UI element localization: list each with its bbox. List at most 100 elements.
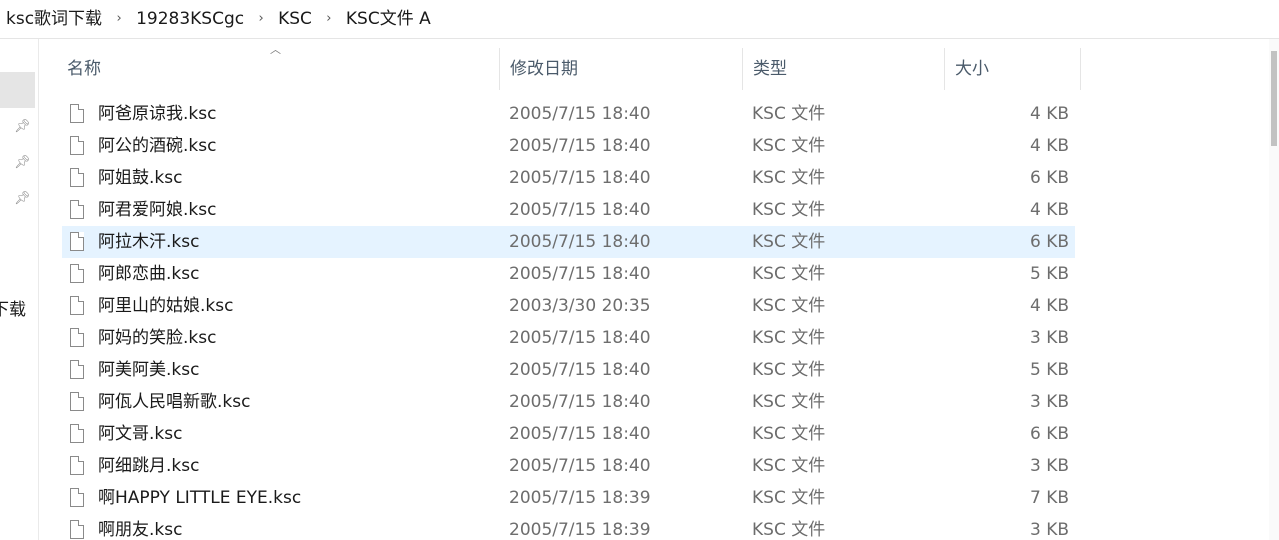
file-list: 阿爸原谅我.ksc 2005/7/15 18:40 KSC 文件 4 KB 阿公的酒碗.… <box>62 98 1075 540</box>
file-row[interactable]: 阿文哥.ksc 2005/7/15 18:40 KSC 文件 6 KB <box>62 418 1075 450</box>
file-row[interactable]: 阿公的酒碗.ksc 2005/7/15 18:40 KSC 文件 4 KB <box>62 130 1075 162</box>
file-size: 6 KB <box>1029 232 1069 252</box>
document-icon <box>70 232 84 251</box>
file-date: 2003/3/30 20:35 <box>509 296 651 316</box>
file-size: 4 KB <box>1029 136 1069 156</box>
column-header-size[interactable]: 大小 <box>945 48 1081 90</box>
file-size: 3 KB <box>1029 328 1069 348</box>
file-type: KSC 文件 <box>752 136 826 156</box>
file-date: 2005/7/15 18:40 <box>509 104 651 124</box>
chevron-right-icon[interactable]: › <box>316 0 342 38</box>
file-size: 4 KB <box>1029 200 1069 220</box>
nav-item-label[interactable]: 下载 <box>0 295 26 320</box>
file-size: 6 KB <box>1029 168 1069 188</box>
file-type: KSC 文件 <box>752 360 826 380</box>
file-size: 5 KB <box>1029 360 1069 380</box>
vertical-scrollbar[interactable] <box>1269 39 1279 540</box>
file-type: KSC 文件 <box>752 456 826 476</box>
file-name: 阿佤人民唱新歌.ksc <box>98 392 251 412</box>
column-header-row: ︿ 名称 修改日期 类型 大小 <box>39 43 1081 90</box>
file-name: 阿文哥.ksc <box>98 424 183 444</box>
file-row[interactable]: 阿爸原谅我.ksc 2005/7/15 18:40 KSC 文件 4 KB <box>62 98 1075 130</box>
document-icon <box>70 136 84 155</box>
file-row[interactable]: 阿君爱阿娘.ksc 2005/7/15 18:40 KSC 文件 4 KB <box>62 194 1075 226</box>
file-type: KSC 文件 <box>752 520 826 540</box>
file-name: 阿妈的笑脸.ksc <box>98 328 217 348</box>
file-name: 啊朋友.ksc <box>98 520 183 540</box>
breadcrumb-item-current[interactable]: KSC文件 A <box>342 0 435 38</box>
file-name: 阿公的酒碗.ksc <box>98 136 217 156</box>
file-date: 2005/7/15 18:40 <box>509 232 651 252</box>
document-icon <box>70 296 84 315</box>
file-name: 阿拉木汗.ksc <box>98 232 200 252</box>
file-name: 阿郎恋曲.ksc <box>98 264 200 284</box>
file-row[interactable]: 阿妈的笑脸.ksc 2005/7/15 18:40 KSC 文件 3 KB <box>62 322 1075 354</box>
file-type: KSC 文件 <box>752 296 826 316</box>
file-date: 2005/7/15 18:40 <box>509 264 651 284</box>
file-date: 2005/7/15 18:40 <box>509 392 651 412</box>
file-type: KSC 文件 <box>752 232 826 252</box>
file-date: 2005/7/15 18:40 <box>509 456 651 476</box>
file-name: 阿爸原谅我.ksc <box>98 104 217 124</box>
document-icon <box>70 424 84 443</box>
column-header-name[interactable]: 名称 <box>57 48 500 90</box>
file-row[interactable]: 阿细跳月.ksc 2005/7/15 18:40 KSC 文件 3 KB <box>62 450 1075 482</box>
file-date: 2005/7/15 18:40 <box>509 328 651 348</box>
file-name: 阿姐鼓.ksc <box>98 168 183 188</box>
file-type: KSC 文件 <box>752 424 826 444</box>
pin-icon: 📌︎ <box>14 119 31 134</box>
document-icon <box>70 104 84 123</box>
file-date: 2005/7/15 18:40 <box>509 168 651 188</box>
file-size: 7 KB <box>1029 488 1069 508</box>
file-date: 2005/7/15 18:39 <box>509 488 651 508</box>
document-icon <box>70 200 84 219</box>
file-row[interactable]: 阿姐鼓.ksc 2005/7/15 18:40 KSC 文件 6 KB <box>62 162 1075 194</box>
file-type: KSC 文件 <box>752 104 826 124</box>
file-size: 3 KB <box>1029 520 1069 540</box>
file-size: 3 KB <box>1029 392 1069 412</box>
file-row[interactable]: 阿里山的姑娘.ksc 2003/3/30 20:35 KSC 文件 4 KB <box>62 290 1075 322</box>
file-type: KSC 文件 <box>752 168 826 188</box>
breadcrumb-item-ksc[interactable]: KSC <box>274 0 316 38</box>
file-size: 6 KB <box>1029 424 1069 444</box>
file-type: KSC 文件 <box>752 200 826 220</box>
column-header-date[interactable]: 修改日期 <box>500 48 743 90</box>
file-date: 2005/7/15 18:40 <box>509 136 651 156</box>
breadcrumb-item-folder[interactable]: 19283KSCgc <box>132 0 248 38</box>
file-size: 4 KB <box>1029 104 1069 124</box>
file-row[interactable]: 阿拉木汗.ksc 2005/7/15 18:40 KSC 文件 6 KB <box>62 226 1075 258</box>
scrollbar-thumb[interactable] <box>1271 51 1277 146</box>
file-date: 2005/7/15 18:39 <box>509 520 651 540</box>
chevron-right-icon[interactable]: › <box>106 0 132 38</box>
file-name: 阿里山的姑娘.ksc <box>98 296 234 316</box>
file-row[interactable]: 阿佤人民唱新歌.ksc 2005/7/15 18:40 KSC 文件 3 KB <box>62 386 1075 418</box>
file-date: 2005/7/15 18:40 <box>509 424 651 444</box>
document-icon <box>70 520 84 539</box>
file-row[interactable]: 阿郎恋曲.ksc 2005/7/15 18:40 KSC 文件 5 KB <box>62 258 1075 290</box>
pin-icon: 📌︎ <box>14 155 31 170</box>
document-icon <box>70 168 84 187</box>
chevron-right-icon[interactable]: › <box>248 0 274 38</box>
file-row[interactable]: 啊HAPPY LITTLE EYE.ksc 2005/7/15 18:39 KSC … <box>62 482 1075 514</box>
file-size: 4 KB <box>1029 296 1069 316</box>
document-icon <box>70 360 84 379</box>
column-header-type[interactable]: 类型 <box>743 48 945 90</box>
breadcrumb-item-root[interactable]: ksc歌词下载 <box>0 0 106 38</box>
document-icon <box>70 392 84 411</box>
file-date: 2005/7/15 18:40 <box>509 360 651 380</box>
file-name: 阿细跳月.ksc <box>98 456 200 476</box>
nav-item-selected[interactable] <box>0 72 35 108</box>
file-type: KSC 文件 <box>752 392 826 412</box>
document-icon <box>70 488 84 507</box>
address-bar[interactable]: ksc歌词下载 › 19283KSCgc › KSC › KSC文件 A <box>0 0 1279 39</box>
file-name: 阿美阿美.ksc <box>98 360 200 380</box>
document-icon <box>70 264 84 283</box>
file-name: 啊HAPPY LITTLE EYE.ksc <box>98 488 302 508</box>
file-row[interactable]: 阿美阿美.ksc 2005/7/15 18:40 KSC 文件 5 KB <box>62 354 1075 386</box>
file-row[interactable]: 啊朋友.ksc 2005/7/15 18:39 KSC 文件 3 KB <box>62 514 1075 540</box>
file-date: 2005/7/15 18:40 <box>509 200 651 220</box>
file-type: KSC 文件 <box>752 264 826 284</box>
navigation-pane: 📌︎ 📌︎ 📌︎ 下载 <box>0 39 39 540</box>
file-type: KSC 文件 <box>752 488 826 508</box>
document-icon <box>70 328 84 347</box>
